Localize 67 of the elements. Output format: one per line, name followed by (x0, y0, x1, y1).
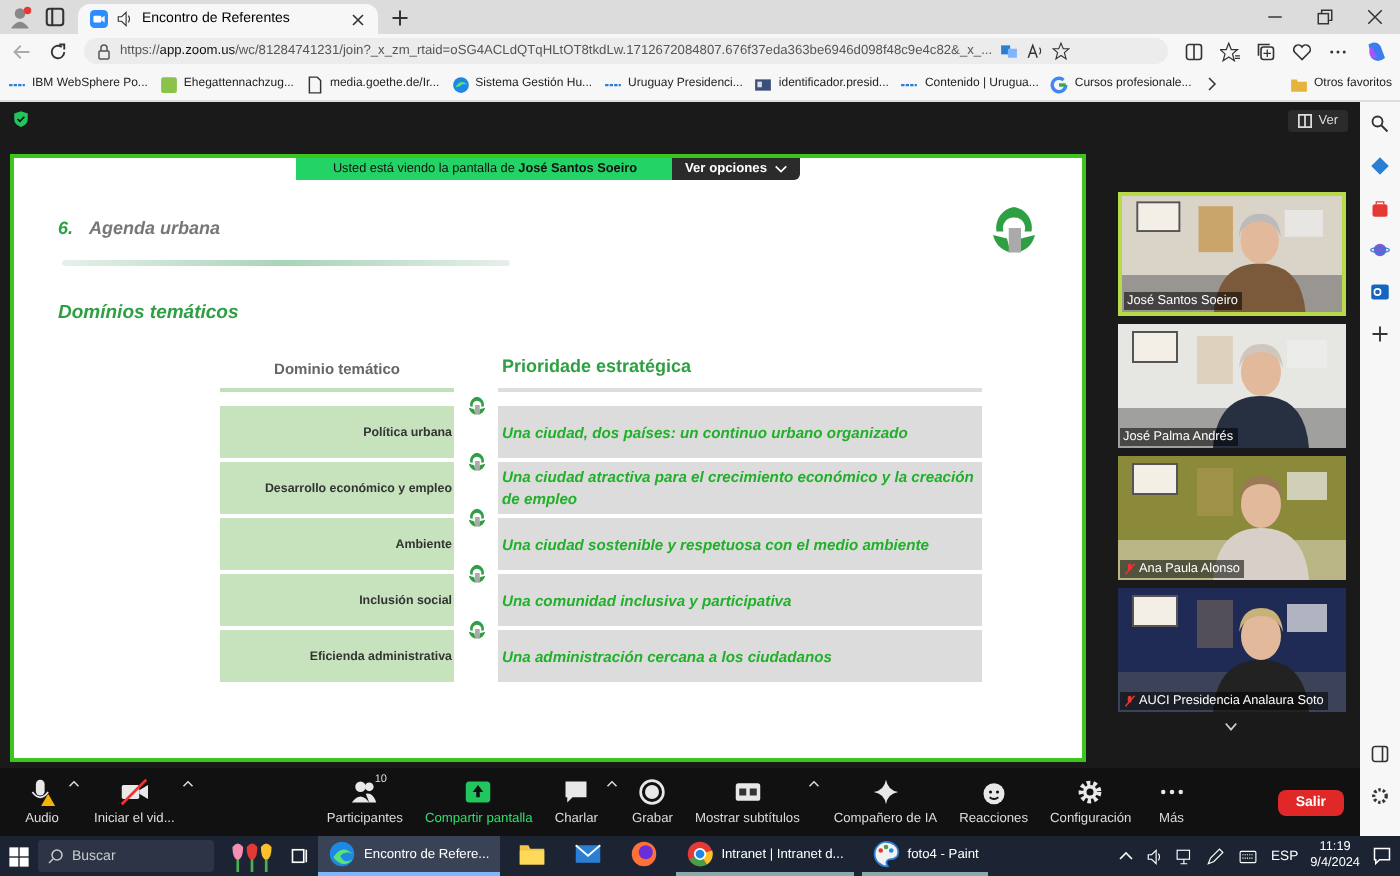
logo-icon (465, 562, 487, 584)
task-view-icon[interactable] (290, 846, 310, 866)
pen-icon[interactable] (1205, 847, 1223, 865)
collections-icon[interactable] (1256, 41, 1276, 61)
logo-icon (465, 506, 487, 528)
shield-check-icon[interactable] (12, 110, 30, 128)
copilot-icon[interactable] (1364, 39, 1388, 63)
panel-icon[interactable] (1370, 744, 1390, 764)
close-icon[interactable] (350, 11, 366, 27)
slide-subtitle: Domínios temáticos (58, 302, 241, 324)
diamond-icon[interactable] (1370, 156, 1390, 176)
restore-icon[interactable] (1316, 8, 1334, 26)
google-g-icon (1050, 75, 1069, 93)
chevron-right-icon[interactable] (1203, 76, 1220, 92)
chevron-down-icon[interactable] (1222, 720, 1240, 734)
profile-icon[interactable] (8, 5, 32, 29)
lock-icon (96, 43, 112, 59)
keyboard-icon[interactable] (1235, 847, 1259, 865)
caret-up-icon[interactable] (182, 778, 195, 790)
caret-up-icon[interactable] (605, 778, 618, 790)
add-icon[interactable] (1370, 324, 1390, 344)
network-icon[interactable] (1175, 847, 1193, 865)
folder-icon[interactable] (517, 840, 546, 868)
caret-up-icon[interactable] (807, 778, 820, 790)
favorites-icon[interactable] (1220, 41, 1240, 61)
new-tab-icon[interactable] (390, 7, 410, 27)
speaker-icon[interactable] (1145, 847, 1163, 865)
bookmark-square-icon (159, 75, 178, 93)
tab-actions-icon[interactable] (44, 6, 66, 28)
edge-icon (451, 75, 470, 93)
slide-title: Agenda urbana (89, 218, 221, 238)
logo-icon (465, 394, 487, 416)
read-aloud-icon[interactable] (1026, 42, 1045, 60)
section-number: 6. (58, 218, 74, 238)
chevron-up-icon[interactable] (1117, 848, 1133, 864)
windows-logo-icon[interactable] (8, 845, 30, 867)
planet-icon[interactable] (1370, 240, 1390, 260)
reload-icon[interactable] (48, 41, 68, 61)
close-icon[interactable] (1366, 8, 1384, 26)
search-icon[interactable] (1370, 114, 1390, 134)
page-icon (305, 75, 324, 93)
star-icon[interactable] (1052, 42, 1071, 60)
muted-mic-icon (1123, 562, 1135, 576)
translate-icon[interactable] (1000, 42, 1019, 60)
split-screen-icon[interactable] (1184, 41, 1204, 61)
outlook-icon[interactable] (1370, 282, 1390, 302)
logo-icon (465, 450, 487, 472)
notification-icon[interactable] (1372, 846, 1392, 866)
mail-icon[interactable] (573, 840, 602, 868)
camera-off-icon[interactable] (116, 778, 153, 806)
search-icon (48, 848, 64, 864)
id-card-icon (754, 75, 773, 93)
palette-icon[interactable] (871, 840, 900, 868)
grid-view-icon (1298, 114, 1313, 128)
caret-up-icon[interactable] (68, 778, 80, 790)
shopping-bag-icon[interactable] (1370, 198, 1390, 218)
speaker-icon[interactable] (116, 10, 134, 28)
muted-mic-icon (1123, 694, 1135, 708)
chevron-down-icon (773, 162, 788, 176)
zoom-logo-icon (90, 10, 108, 28)
logo-icon (465, 618, 487, 640)
folder-icon (1289, 75, 1308, 93)
edge-icon[interactable] (328, 840, 356, 868)
chrome-icon[interactable] (685, 840, 714, 868)
record-icon[interactable] (634, 778, 671, 806)
firefox-icon[interactable] (629, 840, 658, 868)
column-header: Prioridade estratégica (498, 352, 982, 392)
